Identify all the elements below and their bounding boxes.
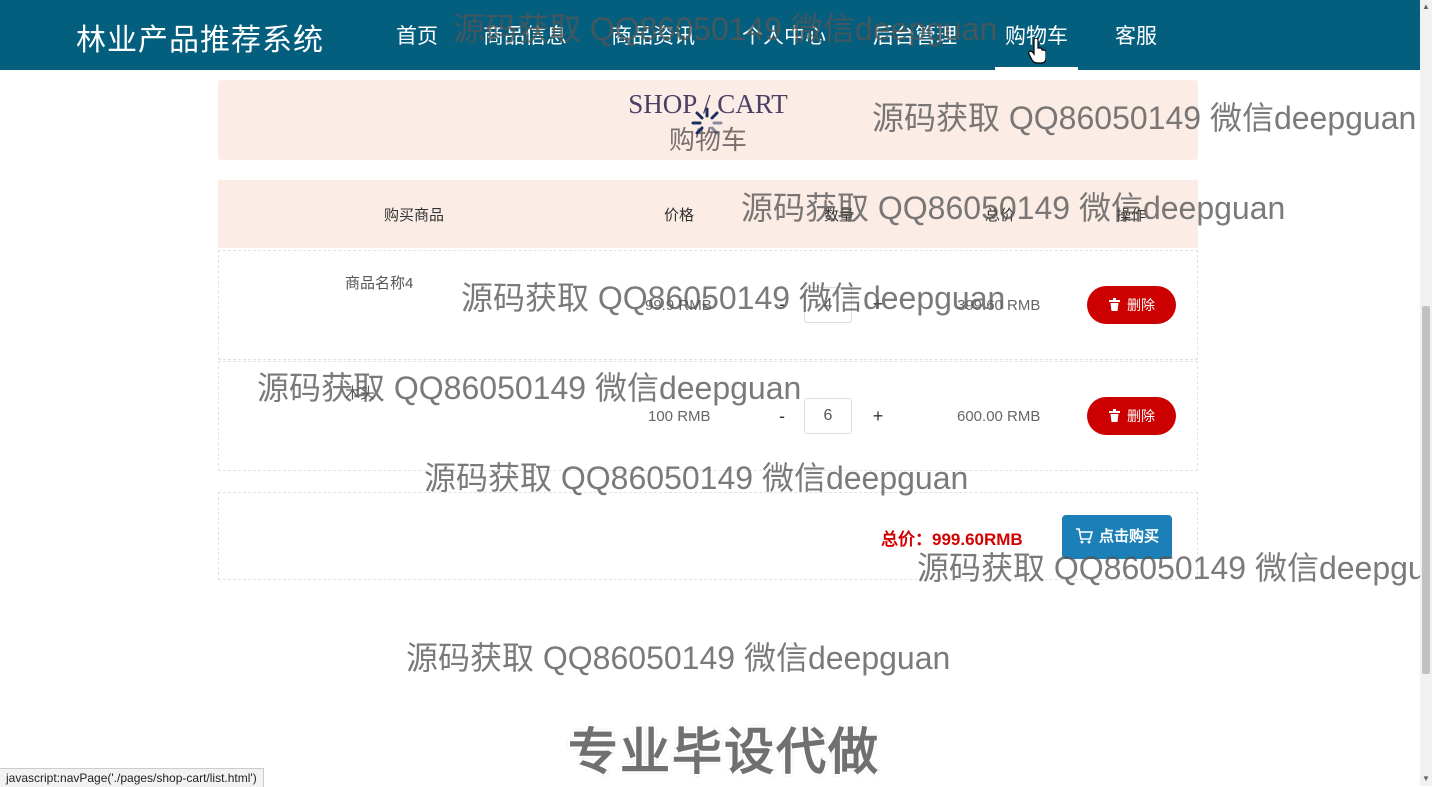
row-total: 600.00 RMB bbox=[957, 408, 1041, 425]
watermark-text: 源码获取 QQ86050149 微信deepguan bbox=[257, 370, 802, 406]
trash-icon bbox=[1109, 409, 1120, 423]
cart-icon bbox=[1075, 527, 1094, 544]
loading-spinner-icon bbox=[691, 107, 723, 135]
nav-service[interactable]: 客服 bbox=[1115, 20, 1157, 70]
scrollbar-thumb[interactable] bbox=[1422, 306, 1430, 674]
hand-cursor-icon bbox=[1028, 38, 1046, 64]
watermark-text: 源码获取 QQ86050149 微信deepguan bbox=[406, 640, 951, 676]
header-price: 价格 bbox=[664, 207, 695, 224]
delete-label: 删除 bbox=[1127, 408, 1155, 424]
watermark-text: 源码获取 QQ86050149 微信deepguan bbox=[872, 100, 1417, 136]
product-name[interactable]: 商品名称4 bbox=[345, 272, 413, 293]
watermark-text: 源码获取 QQ86050149 微信deepguan bbox=[461, 280, 1006, 316]
browser-status-bar: javascript:navPage('./pages/shop-cart/li… bbox=[0, 768, 264, 787]
qty-plus-button[interactable]: + bbox=[868, 406, 888, 427]
site-brand[interactable]: 林业产品推荐系统 bbox=[76, 15, 324, 59]
promo-watermark: 专业毕设代做 bbox=[568, 724, 880, 780]
qty-minus-button[interactable]: - bbox=[772, 406, 792, 427]
trash-icon bbox=[1109, 298, 1120, 312]
nav-home[interactable]: 首页 bbox=[396, 20, 438, 70]
watermark-text: 源码获取 QQ86050149 微信deepguan bbox=[741, 190, 1286, 226]
qty-input[interactable]: 6 bbox=[804, 398, 852, 434]
watermark-text: 源码获取 QQ86050149 微信deepguan bbox=[424, 460, 969, 496]
header-product: 购买商品 bbox=[384, 207, 445, 224]
delete-button[interactable]: 删除 bbox=[1087, 286, 1176, 324]
watermark-text: 源码获取 QQ86050149 微信deepgua bbox=[917, 550, 1432, 586]
delete-label: 删除 bbox=[1127, 297, 1155, 313]
scroll-up-arrow-icon[interactable]: ▲ bbox=[1422, 2, 1430, 12]
scroll-down-arrow-icon[interactable]: ▼ bbox=[1422, 774, 1430, 784]
delete-button[interactable]: 删除 bbox=[1087, 397, 1176, 435]
product-price: 100 RMB bbox=[648, 408, 711, 425]
vertical-scrollbar[interactable]: ▲ ▼ bbox=[1420, 0, 1432, 786]
watermark-text: 源码获取 QQ86050149 微信deepguan bbox=[453, 11, 998, 47]
